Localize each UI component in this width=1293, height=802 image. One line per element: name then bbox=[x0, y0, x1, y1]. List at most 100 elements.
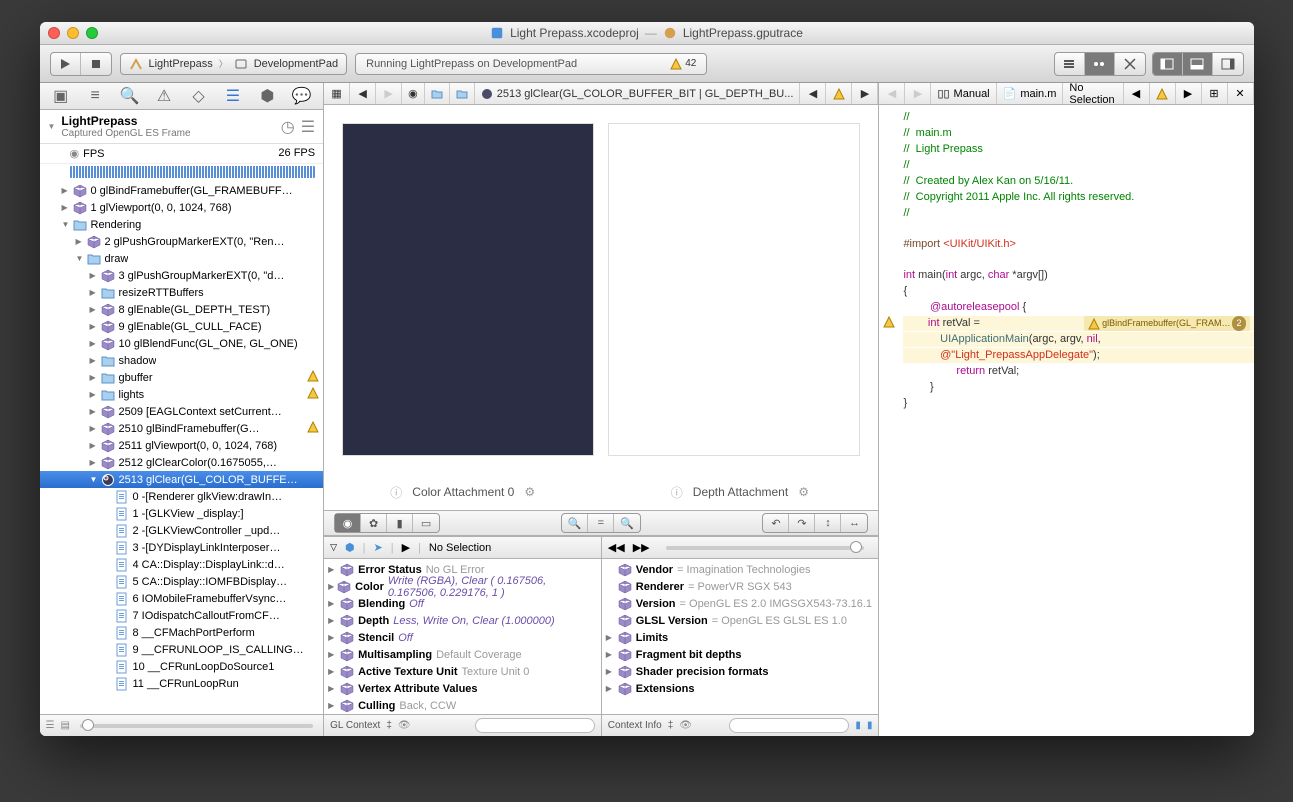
flip-h-button[interactable]: ↔ bbox=[841, 514, 867, 532]
debug-row[interactable]: ▶Shader precision formats bbox=[602, 663, 879, 680]
disclosure-icon[interactable]: ▶ bbox=[90, 271, 100, 280]
debug-row[interactable]: Renderer = PowerVR SGX 543 bbox=[602, 578, 879, 595]
disclosure-icon[interactable]: ▶ bbox=[328, 684, 340, 693]
list-icon[interactable]: ☰ bbox=[301, 117, 315, 137]
step-over-icon[interactable]: ▶ bbox=[402, 541, 410, 554]
disclosure-icon[interactable]: ▶ bbox=[328, 667, 340, 676]
prev-issue-button[interactable]: ◀ bbox=[800, 83, 826, 104]
debug-nav-icon[interactable]: ☰ bbox=[224, 87, 242, 105]
tree-row[interactable]: ▶0 glBindFramebuffer(GL_FRAMEBUFF… bbox=[40, 182, 324, 199]
prev-issue-button[interactable]: ◀ bbox=[1124, 83, 1150, 104]
disclosure-icon[interactable]: ▽ bbox=[330, 542, 337, 553]
tree-row[interactable]: ▼2513 glClear(GL_COLOR_BUFFE… bbox=[40, 471, 324, 488]
tree-row[interactable]: ▶2 glPushGroupMarkerEXT(0, "Ren… bbox=[40, 233, 324, 250]
debug-row[interactable]: ▶StencilOff bbox=[324, 629, 601, 646]
disclosure-icon[interactable]: ▶ bbox=[328, 650, 340, 659]
tree-row[interactable]: 10 __CFRunLoopDoSource1 bbox=[40, 658, 324, 675]
jump-selection[interactable]: No Selection bbox=[1063, 83, 1123, 104]
disclosure-icon[interactable]: ▼ bbox=[62, 220, 72, 229]
filter-input[interactable] bbox=[729, 718, 849, 733]
panel-right-icon[interactable]: ▮ bbox=[867, 720, 873, 731]
tree-row[interactable]: ▶2509 [EAGLContext setCurrent… bbox=[40, 403, 324, 420]
disclosure-icon[interactable]: ▶ bbox=[328, 701, 340, 710]
add-assistant-button[interactable]: ⊞ bbox=[1202, 83, 1228, 104]
debug-row[interactable]: ▶ColorWrite (RGBA), Clear ( 0.167506, 0.… bbox=[324, 578, 601, 595]
debug-row[interactable]: Vendor = Imagination Technologies bbox=[602, 561, 879, 578]
tree-row[interactable]: 3 -[DYDisplayLinkInterposer… bbox=[40, 539, 324, 556]
debug-row[interactable]: ▶DepthLess, Write On, Clear (1.000000) bbox=[324, 612, 601, 629]
scheme-selector[interactable]: LightPrepass 〉 DevelopmentPad bbox=[120, 53, 348, 75]
gear-icon[interactable]: ⚙ bbox=[524, 485, 535, 499]
run-button[interactable] bbox=[51, 53, 81, 75]
zoom-fit-button[interactable]: = bbox=[588, 514, 614, 532]
forward-button[interactable]: ▶ bbox=[376, 83, 402, 104]
tree-row[interactable]: 4 CA::Display::DisplayLink::d… bbox=[40, 556, 324, 573]
flip-v-button[interactable]: ↕ bbox=[815, 514, 841, 532]
debug-row[interactable]: ▶Fragment bit depths bbox=[602, 646, 879, 663]
disclosure-icon[interactable]: ▶ bbox=[328, 633, 340, 642]
back-button[interactable]: ◀ bbox=[350, 83, 376, 104]
disclosure-icon[interactable]: ▶ bbox=[90, 424, 100, 433]
back-button[interactable]: ◀ bbox=[879, 83, 905, 104]
tree-row[interactable]: ▶3 glPushGroupMarkerEXT(0, "d… bbox=[40, 267, 324, 284]
related-items-button[interactable]: ▦ bbox=[324, 83, 350, 104]
filter-input[interactable] bbox=[475, 718, 595, 733]
tree-row[interactable]: 8 __CFMachPortPerform bbox=[40, 624, 324, 641]
tree-row[interactable]: ▶resizeRTTBuffers bbox=[40, 284, 324, 301]
next-issue-button[interactable]: ▶ bbox=[852, 83, 878, 104]
tree-row[interactable]: ▶2511 glViewport(0, 0, 1024, 768) bbox=[40, 437, 324, 454]
jump-trace-icon[interactable]: ◉ bbox=[402, 83, 425, 104]
tree-row[interactable]: 5 CA::Display::IOMFBDisplay… bbox=[40, 573, 324, 590]
forward-button[interactable]: ▶ bbox=[905, 83, 931, 104]
color-attachment-canvas[interactable] bbox=[342, 123, 594, 456]
scrubber-slider[interactable] bbox=[666, 546, 865, 550]
disclosure-icon[interactable]: ▶ bbox=[606, 633, 618, 642]
debug-row[interactable]: Version = OpenGL ES 2.0 IMGSGX543-73.16.… bbox=[602, 595, 879, 612]
tree-row[interactable]: ▼draw bbox=[40, 250, 324, 267]
split-view-button[interactable]: ✿ bbox=[361, 514, 387, 532]
eye-icon[interactable]: 👁 bbox=[398, 720, 411, 731]
tree-row[interactable]: ▶9 glEnable(GL_CULL_FACE) bbox=[40, 318, 324, 335]
grid-view-button[interactable]: ◉ bbox=[335, 514, 361, 532]
disclosure-icon[interactable]: ▶ bbox=[90, 441, 100, 450]
tree-row[interactable]: 7 IOdispatchCalloutFromCF… bbox=[40, 607, 324, 624]
breakpoint-toggle-icon[interactable]: ⬢ bbox=[345, 541, 355, 554]
debug-row[interactable]: ▶MultisamplingDefault Coverage bbox=[324, 646, 601, 663]
tree-row[interactable]: ▶lights bbox=[40, 386, 324, 403]
frame-timeline[interactable] bbox=[70, 166, 316, 178]
disclosure-icon[interactable]: ▶ bbox=[62, 186, 72, 195]
zoom-slider[interactable] bbox=[80, 724, 313, 728]
debug-row[interactable]: GLSL Version = OpenGL ES GLSL ES 1.0 bbox=[602, 612, 879, 629]
version-editor-button[interactable] bbox=[1115, 53, 1145, 75]
test-nav-icon[interactable]: ◇ bbox=[189, 87, 207, 105]
tree-row[interactable]: 1 -[GLKView _display:] bbox=[40, 505, 324, 522]
tree-row[interactable]: ▶10 glBlendFunc(GL_ONE, GL_ONE) bbox=[40, 335, 324, 352]
toggle-utilities-button[interactable] bbox=[1213, 53, 1243, 75]
source-editor[interactable]: // // main.m // Light Prepass // // Crea… bbox=[879, 105, 1253, 736]
disclosure-icon[interactable]: ▶ bbox=[328, 565, 340, 574]
disclosure-icon[interactable]: ▶ bbox=[90, 339, 100, 348]
debug-row[interactable]: ▶Limits bbox=[602, 629, 879, 646]
debug-row[interactable]: ▶Active Texture UnitTexture Unit 0 bbox=[324, 663, 601, 680]
jump-folder2-icon[interactable] bbox=[450, 83, 475, 104]
tree-row[interactable]: 6 IOMobileFramebufferVsync… bbox=[40, 590, 324, 607]
rewind-icon[interactable]: ◀◀ bbox=[608, 541, 625, 554]
jump-file[interactable]: 📄 main.m bbox=[997, 83, 1064, 104]
debug-row[interactable]: ▶CullingBack, CCW bbox=[324, 697, 601, 714]
log-nav-icon[interactable]: 💬 bbox=[293, 87, 311, 105]
disclosure-icon[interactable]: ▼ bbox=[90, 475, 100, 484]
zoom-in-button[interactable]: 🔍 bbox=[614, 514, 640, 532]
issue-count-badge[interactable]: 42 bbox=[670, 58, 696, 70]
disclosure-icon[interactable]: ▶ bbox=[328, 599, 340, 608]
tree-row[interactable]: 9 __CFRUNLOOP_IS_CALLING… bbox=[40, 641, 324, 658]
disclosure-icon[interactable]: ▶ bbox=[90, 390, 100, 399]
depth-attachment-canvas[interactable] bbox=[608, 123, 860, 456]
disclosure-icon[interactable]: ▼ bbox=[76, 254, 86, 263]
disclosure-icon[interactable]: ▶ bbox=[90, 407, 100, 416]
stack-view-button[interactable]: ▮ bbox=[387, 514, 413, 532]
disclosure-icon[interactable]: ▶ bbox=[90, 356, 100, 365]
gear-icon[interactable]: ⚙ bbox=[798, 485, 809, 499]
activity-viewer[interactable]: Running LightPrepass on DevelopmentPad 4… bbox=[355, 53, 707, 75]
tree-row[interactable]: ▶2512 glClearColor(0.1675055,… bbox=[40, 454, 324, 471]
filter-icon[interactable]: ☰ bbox=[46, 720, 55, 731]
